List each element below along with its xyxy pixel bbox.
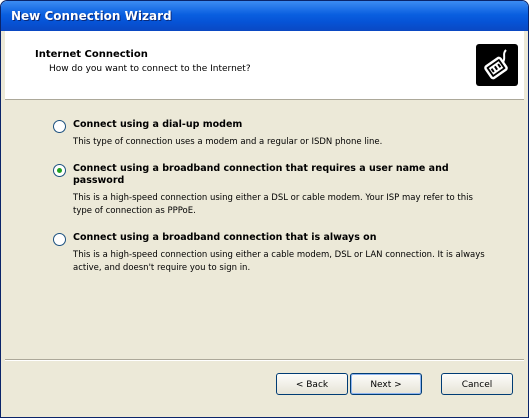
wizard-header: Internet Connection How do you want to c… xyxy=(5,31,524,100)
option-broadband-always-on-label[interactable]: Connect using a broadband connection tha… xyxy=(73,232,493,244)
option-broadband-always-on-description: This is a high-speed connection using ei… xyxy=(73,250,485,273)
option-broadband-pppoe[interactable]: Connect using a broadband connection tha… xyxy=(53,163,493,218)
window-title: New Connection Wizard xyxy=(11,9,172,23)
header-subtitle: How do you want to connect to the Intern… xyxy=(49,64,251,74)
option-broadband-pppoe-description: This is a high-speed connection using ei… xyxy=(73,193,473,216)
radio-broadband-pppoe[interactable] xyxy=(53,164,66,177)
connection-options: Connect using a dial-up modem This type … xyxy=(53,119,493,285)
option-broadband-pppoe-label[interactable]: Connect using a broadband connection tha… xyxy=(73,163,493,187)
option-dialup[interactable]: Connect using a dial-up modem This type … xyxy=(53,119,493,149)
option-dialup-label[interactable]: Connect using a dial-up modem xyxy=(73,119,493,131)
cancel-button[interactable]: Cancel xyxy=(441,373,513,395)
radio-dialup[interactable] xyxy=(53,120,66,133)
wizard-window: New Connection Wizard Internet Connectio… xyxy=(0,0,529,418)
connection-cable-icon xyxy=(476,44,518,86)
radio-broadband-always-on[interactable] xyxy=(53,233,66,246)
option-dialup-description: This type of connection uses a modem and… xyxy=(73,137,383,147)
option-broadband-always-on[interactable]: Connect using a broadband connection tha… xyxy=(53,232,493,275)
back-button[interactable]: < Back xyxy=(276,373,348,395)
next-button[interactable]: Next > xyxy=(350,373,422,395)
title-bar[interactable]: New Connection Wizard xyxy=(1,1,528,31)
header-title: Internet Connection xyxy=(35,49,148,60)
footer-divider xyxy=(5,359,524,361)
